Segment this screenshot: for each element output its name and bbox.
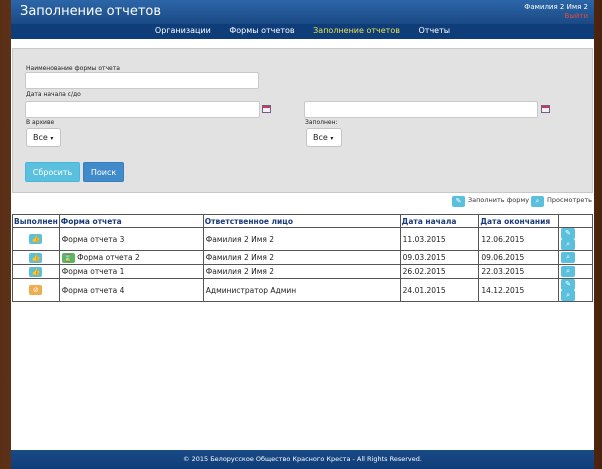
logout-link[interactable]: Выйти [564,12,588,20]
status-cell: ⊘ [12,278,60,302]
view-search-icon[interactable]: ⌕ [561,239,576,250]
thumbs-up-icon: 👍 [29,266,43,277]
form-cell: Форма отчета 1 [58,264,204,279]
search-button[interactable]: Поиск [83,162,124,182]
table-row: 👍 Форма отчета 3 Фамилия 2 Имя 2 11.03.2… [12,227,593,251]
thumbs-up-icon: 👍 [29,252,43,263]
start-date-cell: 24.01.2015 [399,278,480,302]
filled-select-value: Все [313,133,328,142]
thumbs-up-icon: 👍 [29,234,43,244]
filled-select[interactable]: Все ▾ [306,128,342,147]
date-range-label: Дата начала с/до [26,91,81,98]
edit-pencil-icon[interactable]: ✎ [561,279,576,290]
form-cell: ⌛ Форма отчета 2 [58,250,204,265]
view-search-icon[interactable]: ⌕ [561,290,576,301]
app-frame: Заполнение отчетов Фамилия 2 Имя 2 Выйти… [11,0,594,469]
caret-down-icon: ▾ [50,135,54,142]
col-header-done[interactable]: Выполнен [12,214,60,228]
table-row: ⊘ Форма отчета 4 Администратор Админ 24.… [12,278,593,302]
filled-label: Заполнен: [305,119,338,126]
status-cell: 👍 [12,264,60,279]
caret-down-icon: ▾ [330,135,334,142]
reset-button[interactable]: Сбросить [25,162,80,182]
nav-item-report-forms[interactable]: Формы отчетов [229,26,294,35]
table-row: 👍 ⌛ Форма отчета 2 Фамилия 2 Имя 2 09.03… [12,250,593,265]
actions-cell: ⌕ [558,250,593,265]
col-header-end-date[interactable]: Дата окончания [478,214,560,228]
hourglass-icon: ⌛ [61,252,75,263]
table-row: 👍 Форма отчета 1 Фамилия 2 Имя 2 26.02.2… [12,264,593,279]
end-date-cell: 14.12.2015 [478,278,560,302]
archive-select[interactable]: Все ▾ [26,128,61,147]
actions-cell: ✎⌕ [558,227,593,251]
table-header-row: Выполнен Форма отчета Ответственное лицо… [12,214,593,228]
responsible-cell: Фамилия 2 Имя 2 [202,227,401,251]
ban-icon: ⊘ [29,285,43,295]
reports-table: Выполнен Форма отчета Ответственное лицо… [12,214,593,302]
form-name: Форма отчета 2 [77,252,140,262]
filter-panel: Наименование формы отчета Дата начала с/… [12,48,593,193]
nav-item-fill-reports[interactable]: Заполнение отчетов [313,26,400,35]
date-to-input[interactable] [304,101,538,118]
start-date-cell: 11.03.2015 [399,227,480,251]
view-search-icon[interactable]: ⌕ [561,266,576,277]
col-header-responsible[interactable]: Ответственное лицо [202,214,401,228]
app-header: Заполнение отчетов Фамилия 2 Имя 2 Выйти [11,0,594,24]
legend-fill-label: Заполнить форму [468,196,530,204]
form-name-input[interactable] [25,72,259,89]
status-cell: 👍 [12,250,60,265]
user-name: Фамилия 2 Имя 2 [524,3,588,11]
archive-select-value: Все [33,133,48,142]
status-cell: 👍 [12,227,60,251]
col-header-form[interactable]: Форма отчета [58,214,204,228]
start-date-cell: 09.03.2015 [399,250,480,265]
end-date-cell: 09.06.2015 [478,250,560,265]
actions-cell: ⌕ [558,264,593,279]
end-date-cell: 22.03.2015 [478,264,560,279]
calendar-icon[interactable] [262,105,271,113]
date-from-input[interactable] [25,101,260,118]
col-header-actions [558,214,593,228]
calendar-icon[interactable] [541,105,550,113]
footer: © 2015 Белорусское Общество Красного Кре… [11,450,594,469]
actions-cell: ✎⌕ [558,278,593,302]
nav-item-organizations[interactable]: Организации [155,26,211,35]
nav-item-reports[interactable]: Отчеты [419,26,451,35]
archive-label: В архиве [26,119,55,126]
col-header-start-date[interactable]: Дата начала [399,214,480,228]
form-cell: Форма отчета 4 [58,278,204,302]
page-title: Заполнение отчетов [20,4,162,19]
responsible-cell: Фамилия 2 Имя 2 [202,264,401,279]
start-date-cell: 26.02.2015 [399,264,480,279]
form-cell: Форма отчета 3 [58,227,204,251]
legend-view-label: Просмотреть [547,196,592,204]
search-icon: ⌕ [531,196,544,207]
end-date-cell: 12.06.2015 [478,227,560,251]
main-nav: Организации Формы отчетов Заполнение отч… [11,24,594,39]
view-search-icon[interactable]: ⌕ [561,252,576,263]
responsible-cell: Фамилия 2 Имя 2 [202,250,401,265]
responsible-cell: Администратор Админ [202,278,401,302]
form-name-label: Наименование формы отчета [26,65,120,72]
pencil-icon: ✎ [452,196,465,207]
edit-pencil-icon[interactable]: ✎ [561,228,576,239]
